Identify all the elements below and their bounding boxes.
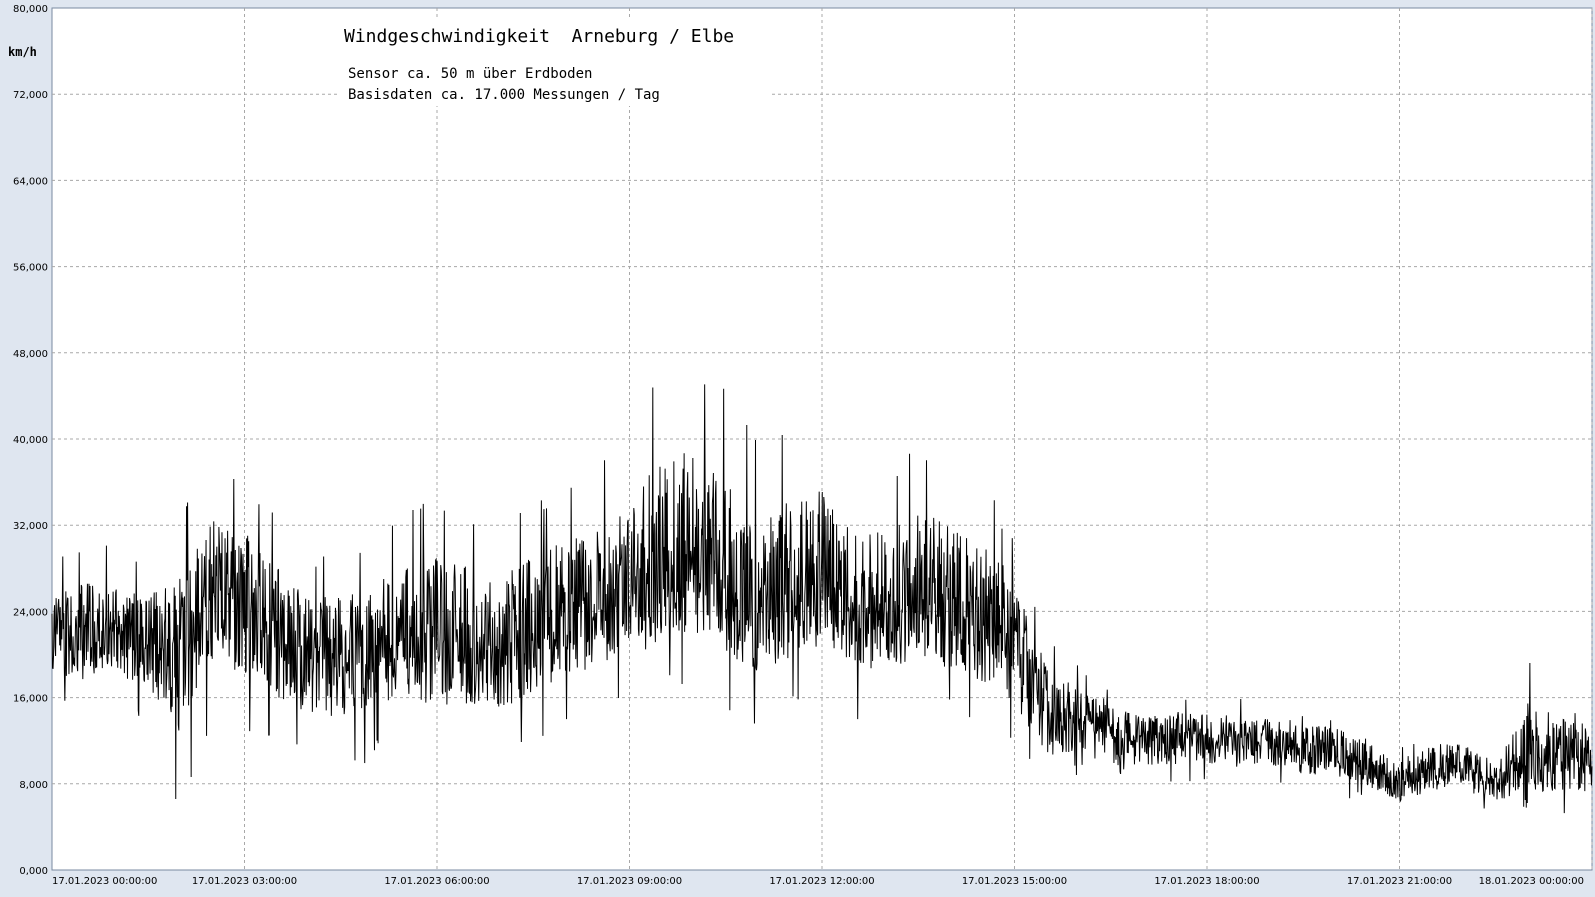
y-tick-label: 32,000	[13, 521, 48, 532]
chart-container: 0,000 8,000 16,000 24,000 32,000 40,000 48,000…	[0, 0, 1595, 893]
chart-subtitle-sensor: Sensor ca. 50 m über Erdboden	[348, 66, 592, 82]
x-tick-label: 17.01.2023 18:00:00	[1154, 876, 1259, 887]
y-tick-label: 0,000	[19, 866, 48, 877]
y-tick-label: 16,000	[13, 694, 48, 705]
chart-title: Windgeschwindigkeit Arneburg / Elbe	[344, 26, 734, 47]
y-tick-label: 64,000	[13, 176, 48, 187]
y-tick-labels: 0,000 8,000 16,000 24,000 32,000 40,000 48,000…	[13, 4, 48, 877]
y-tick-label: 56,000	[13, 263, 48, 274]
x-tick-label: 17.01.2023 09:00:00	[577, 876, 682, 887]
x-tick-label: 18.01.2023 00:00:00	[1479, 876, 1584, 887]
x-tick-label: 17.01.2023 03:00:00	[192, 876, 297, 887]
wind-speed-chart: 0,000 8,000 16,000 24,000 32,000 40,000 48,000…	[8, 4, 1593, 887]
x-tick-label: 17.01.2023 15:00:00	[962, 876, 1067, 887]
y-tick-label: 48,000	[13, 349, 48, 360]
x-tick-label: 17.01.2023 12:00:00	[769, 876, 874, 887]
x-tick-label: 17.01.2023 00:00:00	[52, 876, 157, 887]
y-tick-label: 40,000	[13, 435, 48, 446]
y-tick-label: 24,000	[13, 607, 48, 618]
y-tick-label: 8,000	[19, 780, 48, 791]
x-tick-label: 17.01.2023 21:00:00	[1347, 876, 1452, 887]
y-tick-label: 72,000	[13, 90, 48, 101]
y-tick-label: 80,000	[13, 4, 48, 15]
chart-subtitle-basisdaten: Basisdaten ca. 17.000 Messungen / Tag	[348, 87, 660, 103]
x-tick-label: 17.01.2023 06:00:00	[384, 876, 489, 887]
y-axis-unit-label: km/h	[8, 45, 37, 59]
x-tick-labels: 17.01.2023 00:00:00 17.01.2023 03:00:00 17…	[52, 876, 1584, 887]
